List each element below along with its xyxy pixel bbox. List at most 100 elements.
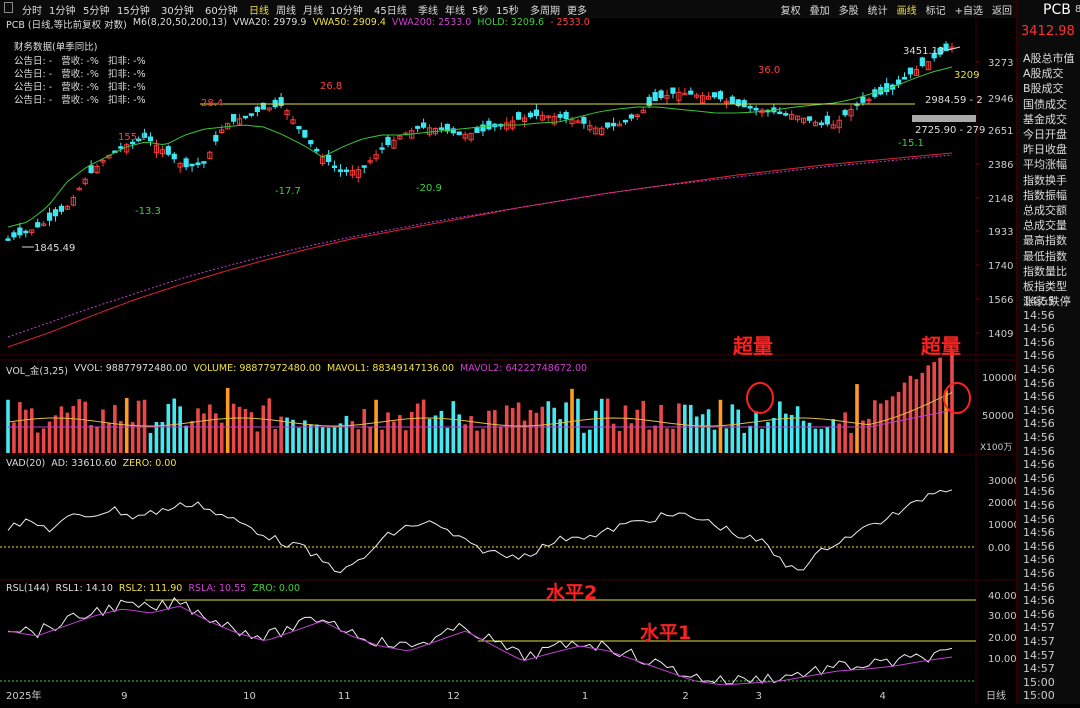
price-candle [652, 92, 658, 102]
legend-item: ZRO: 0.00 [252, 583, 300, 594]
volume-bar [344, 415, 349, 453]
price-candle [943, 43, 949, 52]
chart-canvas[interactable]: 3273 2946 2651 2386 2148 1933 1740 1566 1409 1000… [0, 17, 1020, 704]
period-tab[interactable]: 年线 [445, 2, 465, 17]
price-candle [622, 119, 629, 123]
tick-time: 14:56 [1023, 567, 1055, 580]
price-candle [17, 227, 23, 236]
volume-bar [718, 399, 723, 453]
volume-bar [498, 426, 503, 453]
period-tab[interactable]: 15秒 [496, 2, 519, 17]
price-candle [314, 148, 320, 152]
right-panel-item[interactable]: 平均涨幅 [1023, 156, 1067, 172]
right-panel-item[interactable]: 总成交额 [1023, 202, 1067, 218]
price-candle [753, 107, 759, 111]
volume-bar [623, 405, 628, 453]
main-y-tick: 1740 [988, 261, 1013, 272]
toolbar-tool[interactable]: 复权 [781, 2, 801, 17]
price-candle [818, 122, 824, 126]
price-candle [860, 96, 866, 103]
period-tab[interactable]: 月线 [303, 2, 323, 17]
period-tab[interactable]: 日线 [249, 2, 269, 17]
price-candle [415, 126, 421, 129]
price-candle [385, 136, 391, 146]
toolbar-tool[interactable]: 多股 [839, 2, 859, 17]
volume-bar [760, 428, 764, 453]
current-price: 3412.98 [1021, 24, 1075, 39]
volume-bar [433, 415, 438, 453]
price-candle [658, 90, 664, 99]
price-candle [23, 230, 29, 234]
right-panel-item[interactable]: 基金成交 [1023, 111, 1067, 127]
main-y-tick: 1566 [988, 295, 1013, 306]
price-candle [343, 169, 350, 173]
period-tab[interactable]: 分时 [22, 2, 42, 17]
main-y-tick: 2651 [988, 126, 1013, 137]
period-tab[interactable]: 更多 [567, 2, 587, 17]
toolbar-tool[interactable]: 标记 [926, 2, 946, 17]
period-tab[interactable]: 45日线 [374, 2, 407, 17]
right-panel-item[interactable]: A股总市值 [1023, 50, 1075, 66]
pct-label: 26.8 [320, 81, 342, 92]
volume-bar [421, 399, 426, 453]
x-axis-label: 2 [682, 691, 688, 702]
volume-bar [427, 418, 432, 453]
volume-bar [736, 409, 741, 453]
period-tab[interactable]: 60分钟 [205, 2, 238, 17]
right-panel-item[interactable]: 指数换手 [1023, 172, 1067, 188]
period-tab[interactable]: 多周期 [530, 2, 560, 17]
legend-item: VOL_金(3,25) [6, 366, 68, 377]
volume-bar [516, 402, 521, 453]
pct-label: -15.1 [898, 138, 924, 149]
price-candle [189, 163, 195, 167]
volume-bar [831, 419, 836, 453]
right-panel-item[interactable]: 国债成交 [1023, 96, 1067, 112]
toolbar-menu-icon[interactable] [4, 2, 13, 13]
period-tab[interactable]: 1分钟 [49, 2, 75, 17]
volume-bar [926, 365, 931, 453]
right-panel-item[interactable]: A股成交 [1023, 65, 1064, 81]
main-y-tick: 3273 [988, 58, 1013, 69]
volume-bar [314, 424, 319, 453]
tick-time: 14:56 [1023, 499, 1055, 512]
right-panel-item[interactable]: B股成交 [1023, 80, 1064, 96]
period-tab[interactable]: 30分钟 [161, 2, 194, 17]
price-candle [533, 109, 540, 117]
volume-bar [243, 408, 248, 453]
right-panel-item[interactable]: 今日开盘 [1023, 126, 1067, 142]
volume-bar [813, 428, 818, 453]
toolbar-tool[interactable]: 叠加 [810, 2, 830, 17]
tick-time: 14:56 [1023, 431, 1055, 444]
volume-bar [172, 398, 177, 453]
toolbar-tool[interactable]: 画线 [897, 2, 917, 17]
volume-bar [873, 400, 877, 453]
toolbar-tool[interactable]: 返回 [992, 2, 1012, 17]
period-tab[interactable]: 10分钟 [330, 2, 363, 17]
period-tab[interactable]: 15分钟 [117, 2, 150, 17]
high-label: 3451.13 [903, 46, 944, 57]
volume-bar [225, 387, 230, 453]
volume-bar [267, 398, 272, 453]
period-tab[interactable]: 5分钟 [83, 2, 109, 17]
period-tab[interactable]: 季线 [418, 2, 438, 17]
price-candle [688, 90, 694, 95]
toolbar-tool[interactable]: 统计 [868, 2, 888, 17]
right-panel-item[interactable]: 指数振幅 [1023, 187, 1067, 203]
period-tab[interactable]: 5秒 [472, 2, 488, 17]
volume-bar [671, 428, 675, 453]
right-panel-item[interactable]: 指数量比 [1023, 263, 1067, 279]
price-candle [379, 147, 385, 150]
volume-bar [599, 398, 604, 453]
right-panel-item[interactable]: 最低指数 [1023, 248, 1067, 264]
right-panel-item[interactable]: 昨日收盘 [1023, 141, 1067, 157]
financial-row: 公告日: - 营收: -% 扣非: -% [14, 69, 146, 80]
tick-time: 14:56 [1023, 322, 1055, 336]
toolbar-tool[interactable]: +自选 [955, 2, 983, 17]
right-panel-item[interactable]: 板指类型 [1023, 278, 1067, 294]
right-panel-item[interactable]: 总成交量 [1023, 217, 1067, 233]
x-axis-label: 2025年 [6, 689, 41, 702]
period-tab[interactable]: 周线 [276, 2, 296, 17]
volume-bar [742, 432, 747, 453]
right-panel-item[interactable]: 最高指数 [1023, 232, 1067, 248]
low-label: 1845.49 [34, 243, 75, 254]
